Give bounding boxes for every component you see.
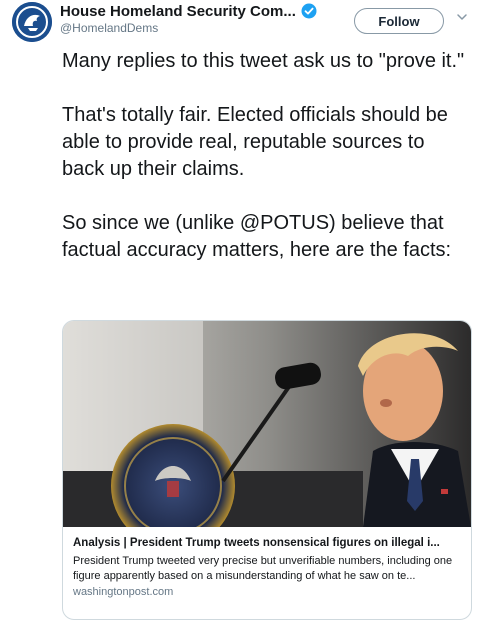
card-domain: washingtonpost.com <box>73 586 174 598</box>
card-body: Analysis | President Trump tweets nonsen… <box>73 533 463 598</box>
follow-button[interactable]: Follow <box>354 8 444 34</box>
tweet-header: House Homeland Security Com... @Homeland… <box>0 0 480 46</box>
tweet-paragraph-2: That's totally fair. Elected officials s… <box>62 104 448 180</box>
avatar[interactable] <box>12 2 52 42</box>
press-photo-image <box>63 321 471 527</box>
tweet-text: Many replies to this tweet ask us to "pr… <box>62 48 472 291</box>
chevron-down-icon[interactable] <box>455 10 469 24</box>
tweet-paragraph-1: Many replies to this tweet ask us to "pr… <box>62 50 465 72</box>
tweet-paragraph-3: So since we (unlike @POTUS) believe that… <box>62 212 452 261</box>
link-card[interactable]: Analysis | President Trump tweets nonsen… <box>62 320 472 620</box>
verified-badge-icon <box>301 3 317 19</box>
card-title[interactable]: Analysis | President Trump tweets nonsen… <box>73 535 463 552</box>
card-description: President Trump tweeted very precise but… <box>73 555 453 582</box>
card-image[interactable] <box>63 321 471 527</box>
display-name[interactable]: House Homeland Security Com... <box>60 3 296 20</box>
handle[interactable]: @HomelandDems <box>60 21 158 35</box>
name-row: House Homeland Security Com... <box>60 1 317 21</box>
eagle-seal-icon <box>12 2 52 42</box>
